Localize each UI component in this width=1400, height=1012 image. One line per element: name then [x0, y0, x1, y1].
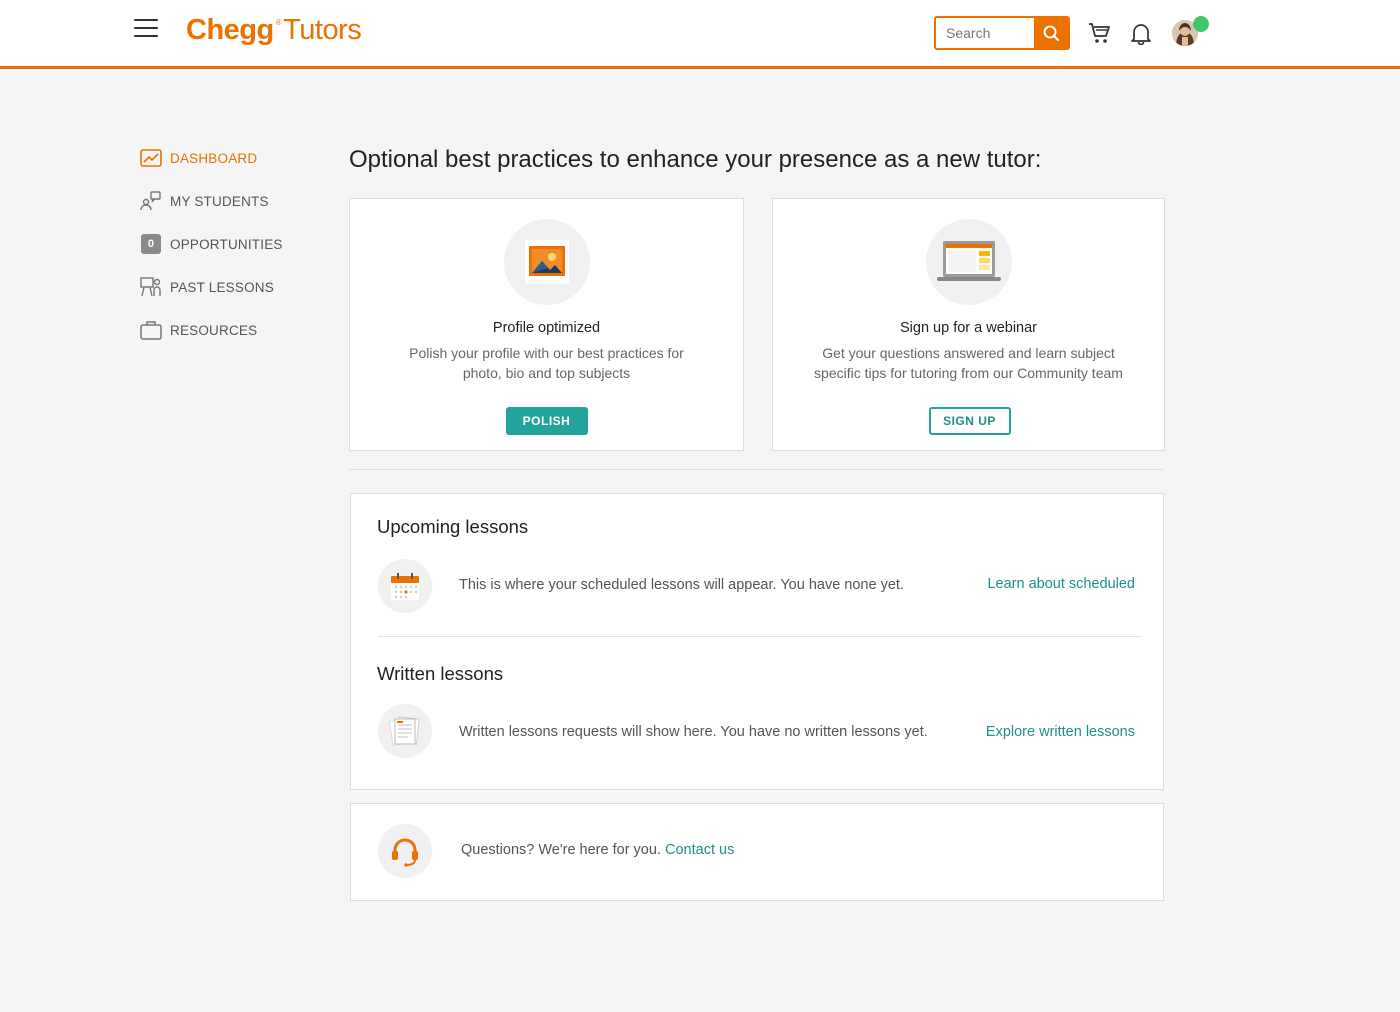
card-description: Get your questions answered and learn su… — [814, 345, 1123, 381]
sidebar-item-label: OPPORTUNITIES — [170, 236, 283, 252]
briefcase-icon — [140, 319, 162, 341]
opportunities-count-badge: 0 — [140, 233, 162, 255]
sidebar-item-opportunities[interactable]: 0 OPPORTUNITIES — [140, 232, 320, 256]
written-lessons-empty-text: Written lessons requests will show here.… — [459, 724, 928, 740]
upcoming-lessons-empty-text: This is where your scheduled lessons wil… — [459, 577, 904, 593]
cart-icon[interactable] — [1088, 21, 1112, 45]
top-header: Chegg ®Tutors — [0, 0, 1400, 69]
photo-icon-circle — [503, 219, 590, 305]
documents-icon — [378, 704, 432, 758]
learn-about-scheduled-link[interactable]: Learn about scheduled — [987, 576, 1135, 592]
logo-chegg-text: Chegg — [186, 14, 274, 46]
upcoming-lessons-title: Upcoming lessons — [377, 516, 529, 537]
notifications-bell-icon[interactable] — [1130, 21, 1152, 46]
polish-button[interactable]: POLISH — [505, 407, 588, 435]
headset-icon — [378, 824, 432, 878]
card-title: Profile optimized — [492, 320, 601, 336]
hamburger-menu-icon[interactable] — [134, 19, 158, 39]
section-divider — [349, 469, 1163, 470]
sign-up-button[interactable]: SIGN UP — [928, 407, 1011, 435]
explore-written-lessons-link[interactable]: Explore written lessons — [986, 724, 1135, 740]
sidebar-item-label: RESOURCES — [170, 322, 258, 338]
search-button[interactable] — [1034, 18, 1068, 48]
sidebar-item-past-lessons[interactable]: PAST LESSONS — [140, 275, 320, 299]
sidebar-item-label: PAST LESSONS — [170, 279, 274, 295]
sidebar-nav: DASHBOARD MY STUDENTS 0 OPPORTUNITIES PA… — [140, 146, 320, 361]
students-icon — [140, 190, 162, 212]
search-icon — [1043, 25, 1059, 41]
contact-panel: Questions? We're here for you. Contact u… — [350, 803, 1164, 901]
best-practice-card-webinar: Sign up for a webinar Get your questions… — [772, 198, 1165, 451]
sidebar-item-dashboard[interactable]: DASHBOARD — [140, 146, 320, 170]
sidebar-item-label: DASHBOARD — [170, 150, 258, 166]
online-status-dot — [1193, 16, 1209, 32]
best-practice-card-profile: Profile optimized Polish your profile wi… — [349, 198, 744, 451]
card-description: Polish your profile with our best practi… — [409, 345, 684, 381]
written-lessons-title: Written lessons — [377, 663, 504, 684]
contact-question-text: Questions? We're here for you. — [461, 842, 661, 858]
lessons-divider — [378, 636, 1141, 637]
count-badge: 0 — [141, 234, 161, 254]
chegg-tutors-logo[interactable]: Chegg ®Tutors — [186, 14, 362, 47]
sidebar-item-my-students[interactable]: MY STUDENTS — [140, 189, 320, 213]
laptop-icon-circle — [925, 219, 1012, 305]
search-input[interactable] — [936, 18, 1034, 48]
sidebar-item-resources[interactable]: RESOURCES — [140, 318, 320, 342]
sidebar-item-label: MY STUDENTS — [170, 193, 269, 209]
lessons-panel: Upcoming lessons This is where your sche… — [350, 493, 1164, 790]
laptop-icon — [936, 241, 1001, 281]
calendar-icon — [378, 559, 432, 613]
past-lessons-icon — [140, 276, 162, 298]
dashboard-chart-icon — [140, 147, 162, 169]
photo-icon — [524, 240, 569, 284]
card-title: Sign up for a webinar — [899, 320, 1038, 336]
search-box — [934, 16, 1070, 50]
page-title: Optional best practices to enhance your … — [349, 146, 1042, 173]
logo-tutors-text: Tutors — [283, 14, 362, 46]
contact-text: Questions? We're here for you. Contact u… — [461, 842, 734, 858]
contact-us-link[interactable]: Contact us — [665, 842, 734, 858]
logo-trademark: ® — [275, 18, 282, 27]
